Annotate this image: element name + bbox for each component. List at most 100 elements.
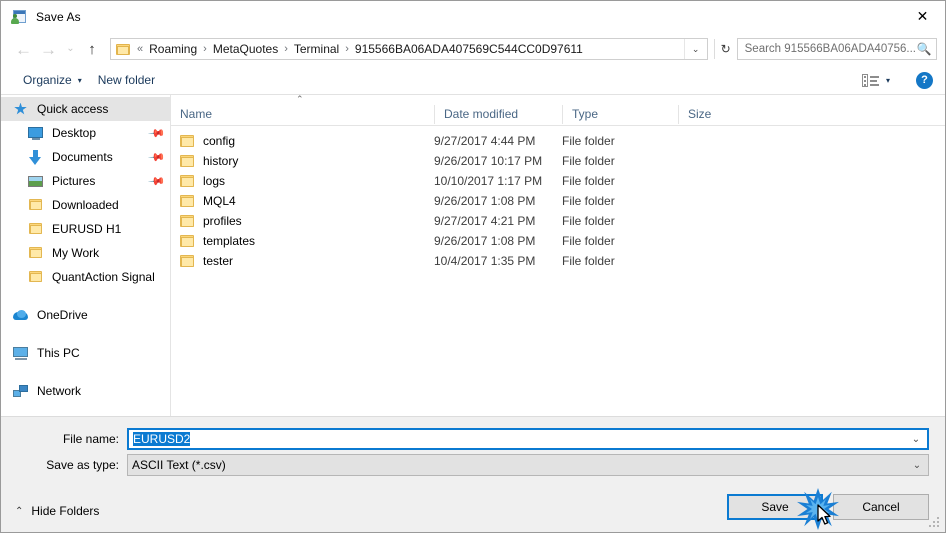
file-name-row: File name: EURUSD2 ⌄ [1,428,945,450]
folder-icon [180,174,195,188]
sidebar-item-downloaded[interactable]: Downloaded [1,193,170,217]
file-name-value: EURUSD2 [133,432,191,446]
file-type: File folder [562,194,615,208]
address-bar[interactable]: « Roaming › MetaQuotes › Terminal › 9155… [110,38,708,60]
folder-icon [28,270,44,285]
file-name: history [203,154,239,168]
save-as-icon [11,9,27,25]
file-name-cell: profiles [171,214,434,228]
file-name-cell: config [171,134,434,148]
file-date: 9/27/2017 4:44 PM [434,134,536,148]
save-button[interactable]: Save [727,494,823,520]
new-folder-button[interactable]: New folder [90,68,163,92]
chevron-down-icon[interactable]: ⌄ [905,434,927,445]
chevron-down-icon[interactable]: ⌄ [906,460,928,471]
sidebar-item-network[interactable]: Network [1,379,170,403]
organize-label: Organize [23,73,72,87]
table-row[interactable]: logs 10/10/2017 1:17 PM File folder [171,171,945,191]
file-name-cell: MQL4 [171,194,434,208]
file-name: tester [203,254,234,268]
sidebar-item-my-work[interactable]: My Work [1,241,170,265]
pin-icon[interactable]: 📌 [148,148,167,166]
dialog-buttons: Save Cancel [727,494,929,520]
change-view-button[interactable]: ▾ [858,68,894,92]
dialog-footer: File name: EURUSD2 ⌄ Save as type: ASCII… [1,416,945,532]
dialog-body: Quick access Desktop 📌 Documents 📌 Pictu… [1,95,945,416]
save-as-type-select[interactable]: ASCII Text (*.csv) ⌄ [127,454,929,476]
sidebar-item-label: This PC [37,346,80,360]
table-row[interactable]: config 9/27/2017 4:44 PM File folder [171,131,945,151]
sidebar-item-onedrive[interactable]: OneDrive [1,303,170,327]
list-view-icon [861,73,879,87]
resize-grip[interactable] [929,517,940,528]
pin-icon[interactable]: 📌 [148,172,167,190]
back-icon[interactable]: ← [11,36,36,62]
table-row[interactable]: templates 9/26/2017 1:08 PM File folder [171,231,945,251]
file-type: File folder [562,174,615,188]
chevron-down-icon[interactable]: ▾ [886,76,890,85]
file-date: 9/26/2017 1:08 PM [434,234,536,248]
close-icon[interactable]: ✕ [900,1,945,31]
file-name-input[interactable]: EURUSD2 [129,432,905,446]
sidebar-item-quick-access[interactable]: Quick access [1,97,170,121]
breadcrumb-item-3[interactable]: 915566BA06ADA407569C544CC0D97611 [355,42,583,56]
sidebar-item-eurusd-h1[interactable]: EURUSD H1 [1,217,170,241]
hide-folders-label: Hide Folders [31,504,100,518]
file-name-cell: logs [171,174,434,188]
file-name-cell: tester [171,254,434,268]
breadcrumb-item-2[interactable]: Terminal [294,42,339,56]
up-one-level-icon[interactable]: ↑ [80,36,104,62]
column-header-type[interactable]: Type [562,104,678,124]
breadcrumb-item-1[interactable]: MetaQuotes [213,42,278,56]
file-date: 9/26/2017 1:08 PM [434,194,536,208]
column-header-name[interactable]: Name [171,105,434,124]
file-type: File folder [562,134,615,148]
this-pc-icon [13,346,29,361]
folder-icon [180,134,195,148]
file-type: File folder [562,154,615,168]
network-icon [13,384,29,399]
save-as-type-label: Save as type: [46,458,119,472]
column-header-size[interactable]: Size [678,104,758,124]
folder-icon [180,214,195,228]
folder-icon [28,246,44,261]
sidebar-item-label: EURUSD H1 [52,222,122,236]
folder-icon [180,234,195,248]
sidebar-item-documents[interactable]: Documents 📌 [1,145,170,169]
table-row[interactable]: tester 10/4/2017 1:35 PM File folder [171,251,945,271]
file-name: config [203,134,236,148]
forward-icon[interactable]: → [36,36,61,62]
organize-button[interactable]: Organize ▾ [15,68,90,92]
breadcrumb-separator: › [203,43,207,55]
pin-icon[interactable]: 📌 [148,124,167,142]
save-as-type-row: Save as type: ASCII Text (*.csv) ⌄ [1,454,945,476]
navigation-bar: ← → ⌄ ↑ « Roaming › MetaQuotes › Termina… [1,32,945,66]
breadcrumb-overflow-icon[interactable]: « [137,43,149,55]
star-icon [13,102,29,117]
hide-folders-button[interactable]: ⌃ Hide Folders [15,504,99,518]
table-row[interactable]: profiles 9/27/2017 4:21 PM File folder [171,211,945,231]
sidebar-item-quantaction-signal[interactable]: QuantAction Signal [1,265,170,289]
chevron-down-icon[interactable]: ⌄ [683,39,707,59]
file-name: profiles [203,214,242,228]
file-name-label: File name: [62,432,119,446]
column-header-date-modified[interactable]: Date modified [434,104,562,124]
refresh-icon[interactable]: ↻ [713,39,737,59]
table-row[interactable]: MQL4 9/26/2017 1:08 PM File folder [171,191,945,211]
sidebar-item-this-pc[interactable]: This PC [1,341,170,365]
breadcrumb-item-0[interactable]: Roaming [149,42,197,56]
sidebar-item-desktop[interactable]: Desktop 📌 [1,121,170,145]
table-row[interactable]: history 9/26/2017 10:17 PM File folder [171,151,945,171]
sidebar-item-pictures[interactable]: Pictures 📌 [1,169,170,193]
column-headers: Name Date modified Type Size [171,103,945,126]
help-icon[interactable]: ? [916,71,933,89]
window-title: Save As [36,9,81,24]
search-box[interactable]: Search 915566BA06ADA40756... 🔍 [736,38,937,60]
recent-locations-icon[interactable]: ⌄ [61,36,80,62]
folder-icon [180,254,195,268]
cancel-button[interactable]: Cancel [833,494,929,520]
search-input[interactable]: Search 915566BA06ADA40756... [745,43,916,55]
file-name-combo[interactable]: EURUSD2 ⌄ [127,428,929,450]
